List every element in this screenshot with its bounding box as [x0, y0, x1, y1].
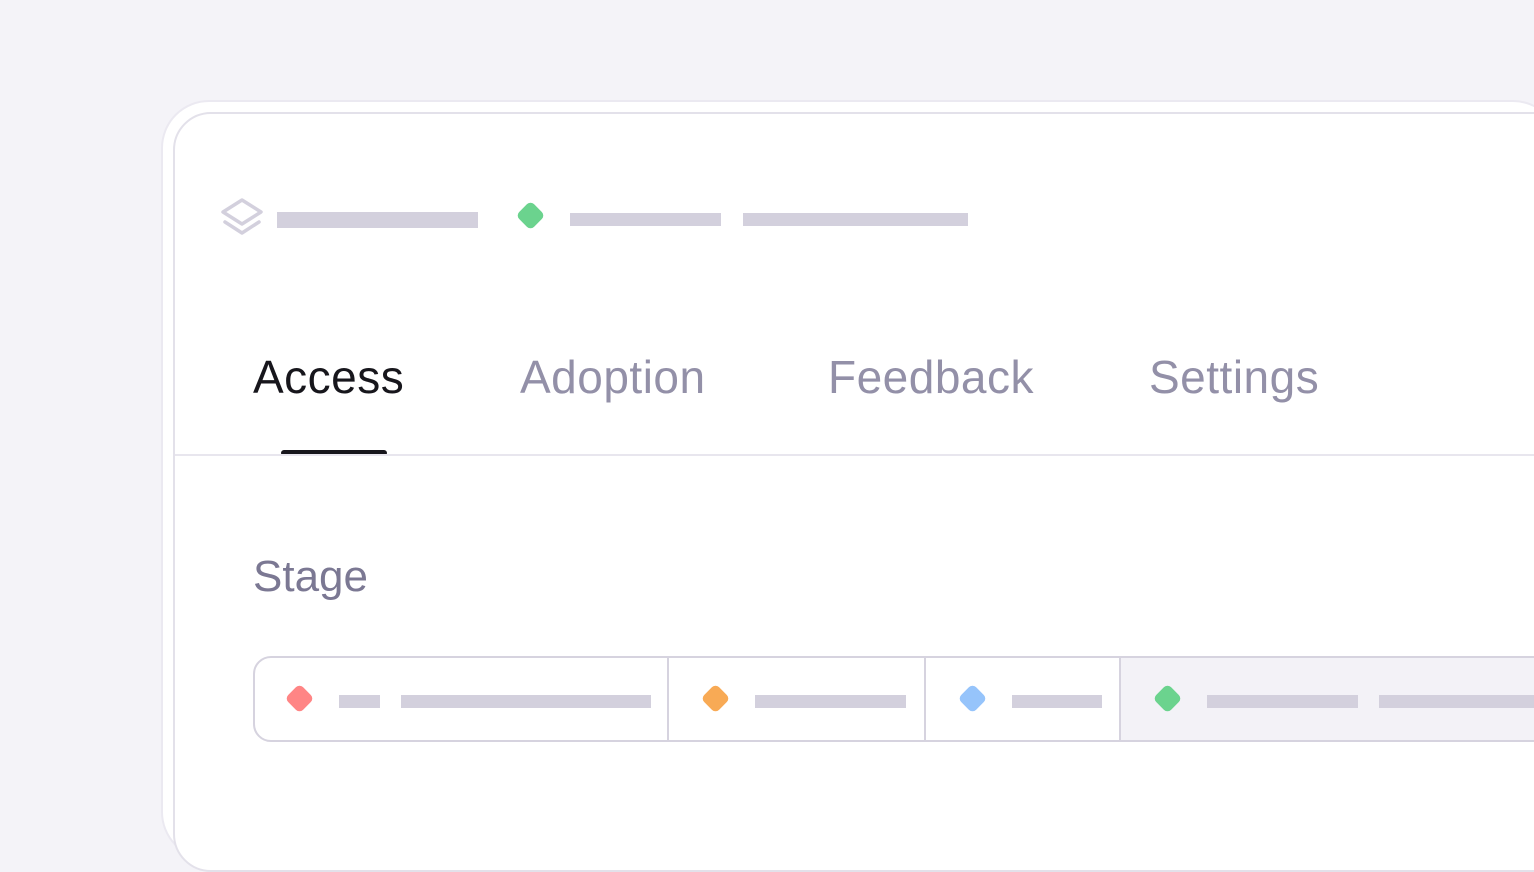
segment-placeholder — [1012, 695, 1102, 708]
green-diamond-icon — [1152, 683, 1183, 714]
tab-settings[interactable]: Settings — [1149, 349, 1319, 405]
red-diamond-icon — [284, 683, 315, 714]
tab-adoption[interactable]: Adoption — [520, 349, 706, 405]
stage-label: Stage — [253, 552, 368, 601]
tab-bar: Access Adoption Feedback Settings — [175, 114, 1534, 458]
stage-segment-2[interactable] — [669, 658, 926, 740]
segment-placeholder — [1207, 695, 1358, 708]
tab-feedback[interactable]: Feedback — [828, 349, 1034, 405]
blue-diamond-icon — [957, 683, 988, 714]
stage-segment-3[interactable] — [926, 658, 1121, 740]
tabs-divider — [175, 454, 1534, 456]
stage-segmented-control — [253, 656, 1534, 742]
stage-segment-1[interactable] — [255, 658, 669, 740]
segment-placeholder — [1379, 695, 1534, 708]
segment-placeholder — [339, 695, 380, 708]
segment-placeholder — [401, 695, 651, 708]
tab-access[interactable]: Access — [253, 349, 404, 405]
stage-segment-4[interactable] — [1121, 658, 1534, 740]
segment-placeholder — [755, 695, 906, 708]
panel-card: Access Adoption Feedback Settings Stage — [173, 112, 1534, 872]
orange-diamond-icon — [700, 683, 731, 714]
